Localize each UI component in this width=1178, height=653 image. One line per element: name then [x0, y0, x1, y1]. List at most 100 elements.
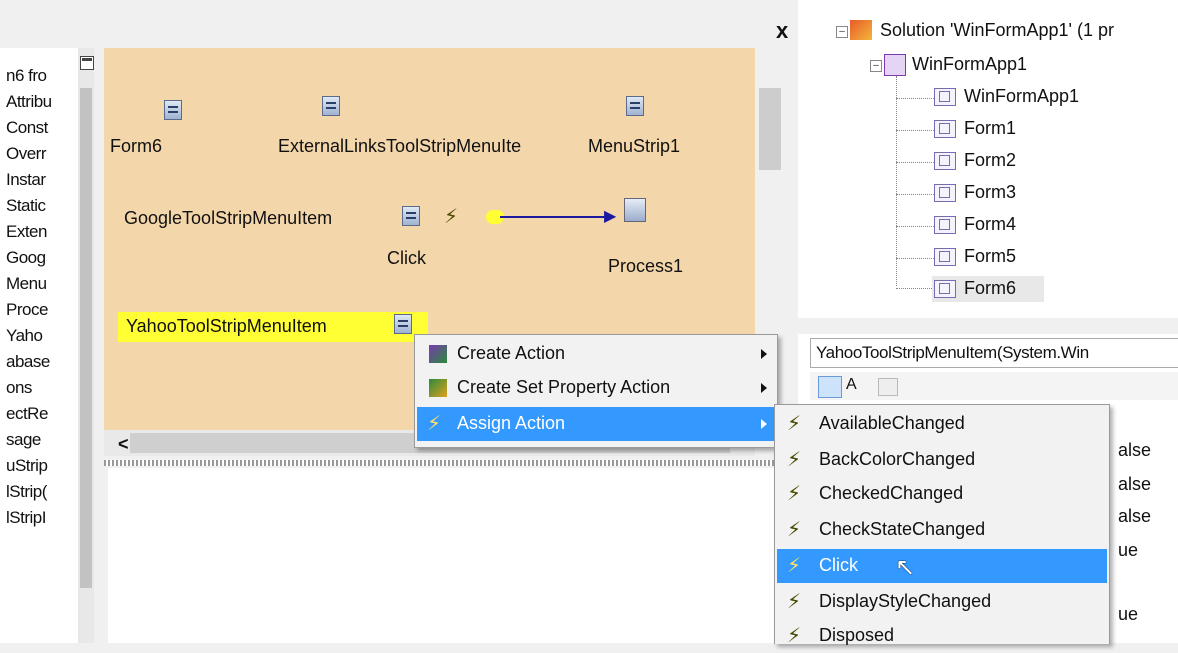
list-item[interactable]: Menu: [6, 274, 47, 294]
event-lightning-icon: ⚡: [787, 625, 802, 647]
tree-item[interactable]: Form5: [964, 246, 1016, 267]
menu-label: CheckStateChanged: [819, 519, 986, 539]
tree-line: [896, 76, 897, 286]
menu-label: Create Set Property Action: [457, 377, 671, 397]
list-item[interactable]: lStrip(: [6, 482, 47, 502]
property-value: alse: [1118, 506, 1152, 526]
list-item[interactable]: lStripI: [6, 508, 46, 528]
tree-line: [896, 258, 934, 259]
categorized-button[interactable]: [818, 376, 842, 398]
tree-item[interactable]: Form3: [964, 182, 1016, 203]
property-value: alse: [1118, 474, 1152, 494]
list-item[interactable]: n6 fro: [6, 66, 47, 86]
event-lightning-icon: ⚡: [787, 555, 802, 577]
menu-label: Create Action: [457, 343, 566, 363]
menu-label: BackColorChanged: [819, 449, 976, 469]
submenu-arrow-icon: [761, 349, 767, 359]
menustrip-icon[interactable]: [626, 96, 644, 116]
scroll-thumb[interactable]: [759, 88, 781, 170]
links-component-icon[interactable]: [322, 96, 340, 116]
process-icon[interactable]: [624, 198, 646, 222]
collapse-icon[interactable]: –: [836, 26, 848, 38]
click-label: Click: [387, 248, 426, 268]
arrow-head-icon: ▶: [604, 208, 617, 225]
tree-item[interactable]: WinFormApp1: [964, 86, 1079, 107]
submenu-item[interactable]: ⚡ Disposed: [777, 619, 1107, 653]
list-item[interactable]: sage: [6, 430, 41, 450]
menustrip-label: MenuStrip1: [588, 136, 681, 156]
property-value: ue: [1118, 540, 1139, 560]
menu-item-assign-action[interactable]: ⚡ Assign Action: [417, 407, 775, 441]
yahoo-component-icon[interactable]: [394, 314, 412, 334]
list-item[interactable]: Attribu: [6, 92, 52, 112]
list-item[interactable]: abase: [6, 352, 50, 372]
submenu-item[interactable]: ⚡ DisplayStyleChanged: [777, 585, 1107, 619]
context-menu[interactable]: Create Action Create Set Property Action…: [414, 334, 778, 448]
list-item[interactable]: Instar: [6, 170, 46, 190]
submenu-arrow-icon: [761, 383, 767, 393]
list-item[interactable]: ectRe: [6, 404, 48, 424]
panel-menu-icon[interactable]: [80, 56, 94, 70]
menu-label: AvailableChanged: [819, 413, 965, 433]
form-icon: [934, 280, 956, 298]
form-label: Form6: [110, 136, 163, 156]
form-icon: [934, 120, 956, 138]
list-item[interactable]: Const: [6, 118, 48, 138]
event-lightning-icon: ⚡: [787, 591, 802, 613]
tree-line: [896, 194, 934, 195]
property-pages-icon[interactable]: [878, 378, 898, 396]
links-label: ExternalLinksToolStripMenuIte: [278, 136, 522, 156]
mouse-cursor-icon: ↖: [895, 554, 916, 581]
events-submenu[interactable]: ⚡ AvailableChanged ⚡ BackColorChanged ⚡ …: [774, 404, 1110, 647]
tree-line: [896, 98, 934, 99]
event-lightning-icon: ⚡: [787, 519, 802, 541]
submenu-item[interactable]: ⚡ AvailableChanged: [777, 407, 1107, 441]
menu-item-create-action[interactable]: Create Action: [417, 337, 775, 371]
list-item[interactable]: Goog: [6, 248, 46, 268]
form-icon: [934, 88, 956, 106]
list-item[interactable]: Overr: [6, 144, 47, 164]
scroll-left-icon[interactable]: <: [118, 434, 129, 455]
form-icon: [934, 216, 956, 234]
list-item[interactable]: Proce: [6, 300, 48, 320]
tree-item[interactable]: Form4: [964, 214, 1016, 235]
submenu-item[interactable]: ⚡ CheckedChanged: [777, 477, 1107, 511]
properties-toolbar: [810, 372, 1178, 400]
splitter[interactable]: [104, 460, 794, 466]
event-lightning-icon[interactable]: ⚡: [444, 204, 458, 229]
menu-label: Assign Action: [457, 413, 566, 433]
lightning-icon: ⚡: [427, 413, 442, 435]
close-icon[interactable]: x: [776, 18, 788, 44]
google-component-icon[interactable]: [402, 206, 420, 226]
left-scrollbar[interactable]: [78, 48, 94, 643]
form-icon: [934, 248, 956, 266]
form-icon[interactable]: [164, 100, 182, 120]
solution-explorer[interactable]: – Solution 'WinFormApp1' (1 pr – WinForm…: [798, 0, 1178, 318]
form-icon: [934, 152, 956, 170]
submenu-arrow-icon: [761, 419, 767, 429]
submenu-item[interactable]: ⚡ CheckStateChanged: [777, 513, 1107, 547]
event-lightning-icon: ⚡: [787, 483, 802, 505]
link-line: [500, 216, 610, 218]
alphabetical-button[interactable]: A: [846, 376, 857, 394]
list-item[interactable]: Static: [6, 196, 46, 216]
tree-item[interactable]: Form2: [964, 150, 1016, 171]
form-icon: [934, 184, 956, 202]
scroll-thumb[interactable]: [80, 88, 92, 588]
list-item[interactable]: ons: [6, 378, 32, 398]
submenu-item-click[interactable]: ⚡ Click ↖: [777, 549, 1107, 583]
list-item[interactable]: Yaho: [6, 326, 43, 346]
submenu-item[interactable]: ⚡ BackColorChanged: [777, 443, 1107, 477]
property-value: ue: [1118, 604, 1139, 624]
collapse-icon[interactable]: –: [870, 60, 882, 72]
google-label: GoogleToolStripMenuItem: [124, 208, 333, 228]
property-value: alse: [1118, 440, 1152, 460]
properties-object: YahooToolStripMenuItem(System.Win: [816, 343, 1089, 362]
list-item[interactable]: Exten: [6, 222, 47, 242]
tree-item[interactable]: Form6: [964, 278, 1016, 299]
list-item[interactable]: uStrip: [6, 456, 48, 476]
tree-item[interactable]: Form1: [964, 118, 1016, 139]
code-area[interactable]: [108, 468, 794, 643]
menu-item-create-set-property-action[interactable]: Create Set Property Action: [417, 371, 775, 405]
yahoo-label[interactable]: YahooToolStripMenuItem: [126, 316, 327, 337]
